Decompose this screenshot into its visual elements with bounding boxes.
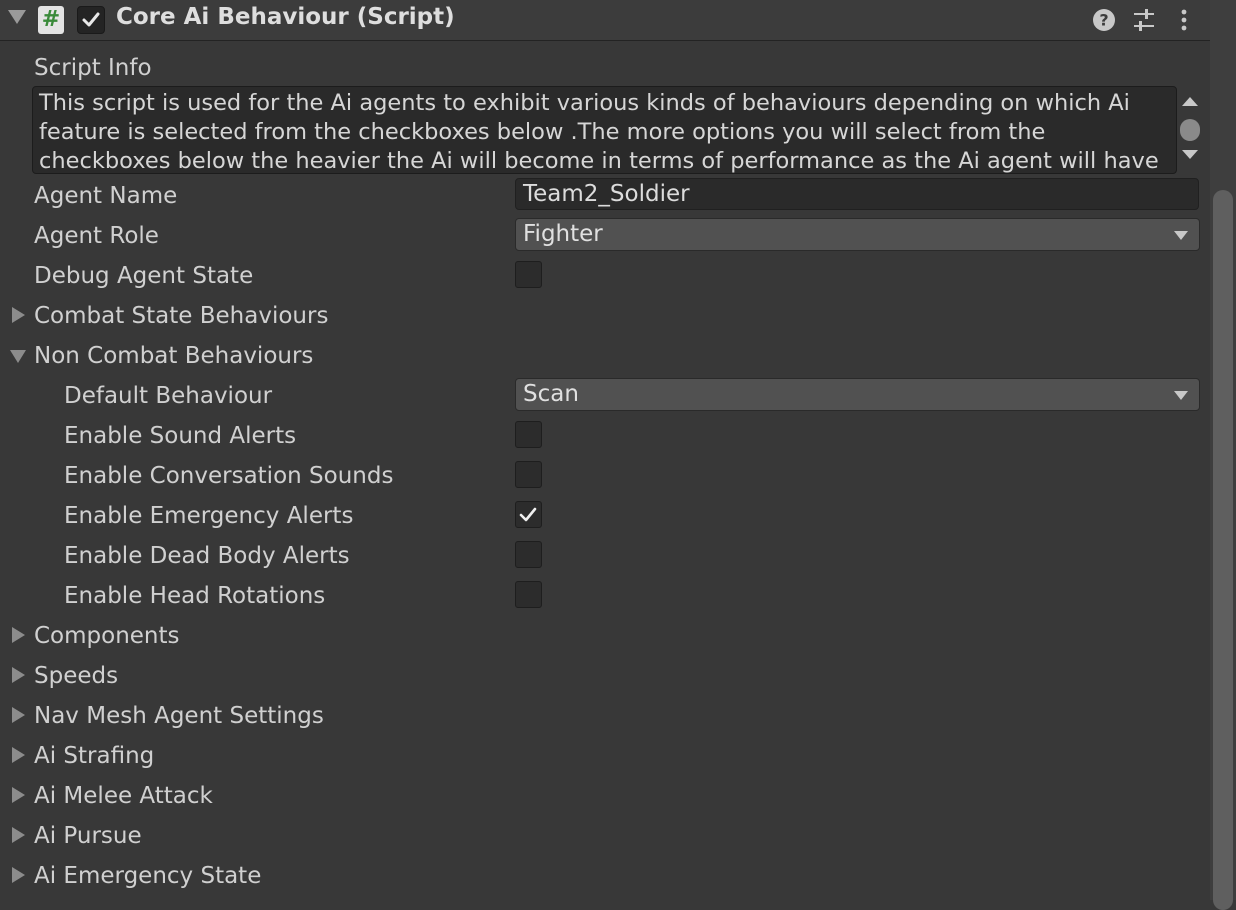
- debug-agent-state-checkbox[interactable]: [515, 261, 542, 288]
- foldout-collapsed-arrow-icon[interactable]: [12, 827, 25, 843]
- checkmark-icon: [82, 12, 100, 27]
- enable-sound-alerts-checkbox[interactable]: [515, 421, 542, 448]
- inspector-scrollbar-thumb[interactable]: [1213, 190, 1233, 910]
- foldout-collapsed-arrow-icon[interactable]: [12, 787, 25, 803]
- component-header[interactable]: # Core Ai Behaviour (Script) ?: [0, 0, 1210, 41]
- scroll-down-arrow-icon: [1182, 150, 1198, 159]
- ai-emergency-state-foldout[interactable]: Ai Emergency State: [34, 861, 261, 891]
- speeds-foldout[interactable]: Speeds: [34, 661, 118, 691]
- default-behaviour-value: Scan: [523, 381, 579, 407]
- debug-agent-state-label: Debug Agent State: [34, 263, 254, 289]
- default-behaviour-label: Default Behaviour: [64, 383, 273, 409]
- agent-role-value: Fighter: [523, 221, 603, 247]
- script-icon: #: [38, 6, 64, 34]
- help-icon[interactable]: ?: [1092, 8, 1116, 32]
- scroll-up-arrow-icon: [1182, 97, 1198, 106]
- enable-sound-alerts-label: Enable Sound Alerts: [64, 423, 297, 449]
- checkmark-icon: [519, 507, 537, 522]
- default-behaviour-dropdown[interactable]: Scan: [515, 378, 1200, 411]
- svg-text:?: ?: [1099, 11, 1108, 30]
- combat-state-behaviours-foldout[interactable]: Combat State Behaviours: [34, 301, 328, 331]
- component-title: Core Ai Behaviour (Script): [116, 4, 455, 30]
- chevron-down-icon: [1174, 391, 1188, 400]
- components-foldout[interactable]: Components: [34, 621, 180, 651]
- preset-sliders-icon[interactable]: [1132, 8, 1156, 32]
- script-info-textarea[interactable]: This script is used for the Ai agents to…: [32, 86, 1177, 174]
- enable-emergency-alerts-label: Enable Emergency Alerts: [64, 503, 354, 529]
- agent-name-input[interactable]: Team2_Soldier: [515, 178, 1199, 210]
- agent-role-dropdown[interactable]: Fighter: [515, 218, 1200, 251]
- script-info-text: This script is used for the Ai agents to…: [39, 90, 1159, 174]
- foldout-collapsed-arrow-icon[interactable]: [12, 667, 25, 683]
- agent-name-label: Agent Name: [34, 183, 178, 209]
- foldout-collapsed-arrow-icon[interactable]: [12, 307, 25, 323]
- script-info-label: Script Info: [34, 55, 152, 81]
- enable-dead-body-alerts-label: Enable Dead Body Alerts: [64, 543, 350, 569]
- enable-conversation-sounds-label: Enable Conversation Sounds: [64, 463, 394, 489]
- textarea-scroll-thumb: [1180, 119, 1200, 141]
- enable-head-rotations-label: Enable Head Rotations: [64, 583, 326, 609]
- non-combat-behaviours-foldout[interactable]: Non Combat Behaviours: [34, 341, 313, 371]
- enable-conversation-sounds-checkbox[interactable]: [515, 461, 542, 488]
- foldout-collapsed-arrow-icon[interactable]: [12, 707, 25, 723]
- component-enable-checkbox[interactable]: [77, 6, 105, 34]
- ai-strafing-foldout[interactable]: Ai Strafing: [34, 741, 154, 771]
- foldout-collapsed-arrow-icon[interactable]: [12, 627, 25, 643]
- foldout-expanded-arrow-icon[interactable]: [10, 350, 26, 363]
- nav-mesh-agent-settings-foldout[interactable]: Nav Mesh Agent Settings: [34, 701, 324, 731]
- ai-pursue-foldout[interactable]: Ai Pursue: [34, 821, 142, 851]
- enable-head-rotations-checkbox[interactable]: [515, 581, 542, 608]
- component-foldout-arrow-icon[interactable]: [8, 10, 26, 24]
- ai-melee-attack-foldout[interactable]: Ai Melee Attack: [34, 781, 213, 811]
- enable-emergency-alerts-checkbox[interactable]: [515, 501, 542, 528]
- foldout-collapsed-arrow-icon[interactable]: [12, 867, 25, 883]
- enable-dead-body-alerts-checkbox[interactable]: [515, 541, 542, 568]
- chevron-down-icon: [1174, 231, 1188, 240]
- foldout-collapsed-arrow-icon[interactable]: [12, 747, 25, 763]
- textarea-scrollbar[interactable]: [1178, 92, 1202, 166]
- kebab-menu-icon[interactable]: [1172, 8, 1196, 32]
- agent-role-label: Agent Role: [34, 223, 159, 249]
